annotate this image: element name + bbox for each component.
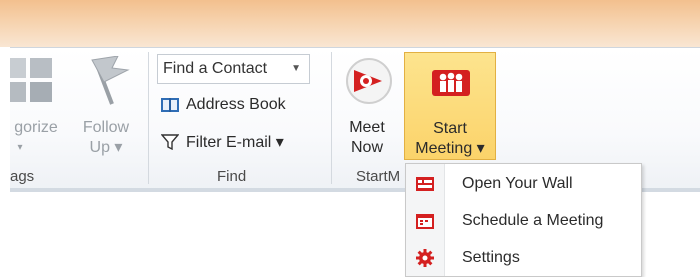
address-book-label: Address Book [186,96,286,113]
start-meeting-button[interactable]: Start Meeting ▾ [404,52,496,160]
filter-icon [160,134,180,150]
menu-item-schedule-a-meeting[interactable]: Schedule a Meeting [406,203,643,239]
start-meeting-group-label: StartM [356,168,401,185]
menu-item-label: Schedule a Meeting [462,212,604,229]
meet-now-icon [346,58,392,104]
categorize-arrow: ▾ [17,142,23,153]
menu-item-open-your-wall[interactable]: Open Your Wall [406,166,643,202]
follow-up-label-line2: Up ▾ [89,139,123,156]
menu-item-label: Settings [462,249,520,266]
categorize-button[interactable]: gorize ▾ [10,56,58,153]
calendar-icon [406,212,444,230]
address-book-icon [160,97,180,113]
start-meeting-label-line2: Meeting ▾ [415,140,485,157]
categorize-label: gorize [14,119,58,136]
meet-now-button[interactable]: Meet Now [338,56,396,160]
people-icon [432,70,470,96]
follow-up-label-line1: Follow [82,119,130,136]
find-contact-text: Find a Contact [163,60,268,77]
wall-icon [406,176,444,192]
group-separator [331,52,332,184]
find-contact-input[interactable]: Find a Contact ▼ [157,54,310,84]
find-group-label: Find [217,168,247,185]
meet-now-label-line1: Meet [349,119,385,136]
categorize-icon [10,58,52,102]
meet-now-label-line2: Now [350,139,383,156]
start-meeting-dropdown-menu: Open Your Wall Schedule a Meeting Settin… [405,163,642,277]
group-separator [148,52,149,184]
flag-icon [91,55,130,105]
menu-item-settings[interactable]: Settings [406,240,643,276]
menu-item-label: Open Your Wall [462,175,573,192]
gear-icon [406,249,444,267]
start-meeting-label-line1: Start [433,120,467,137]
follow-up-button[interactable]: Follow Up ▾ [73,55,139,166]
address-book-button[interactable]: Address Book [160,96,286,114]
tags-group-label: ags [10,168,35,185]
filter-email-label: Filter E-mail ▾ [186,134,284,151]
filter-email-button[interactable]: Filter E-mail ▾ [160,132,284,152]
chevron-down-icon[interactable]: ▼ [291,55,301,83]
window-title-bar [0,0,700,47]
